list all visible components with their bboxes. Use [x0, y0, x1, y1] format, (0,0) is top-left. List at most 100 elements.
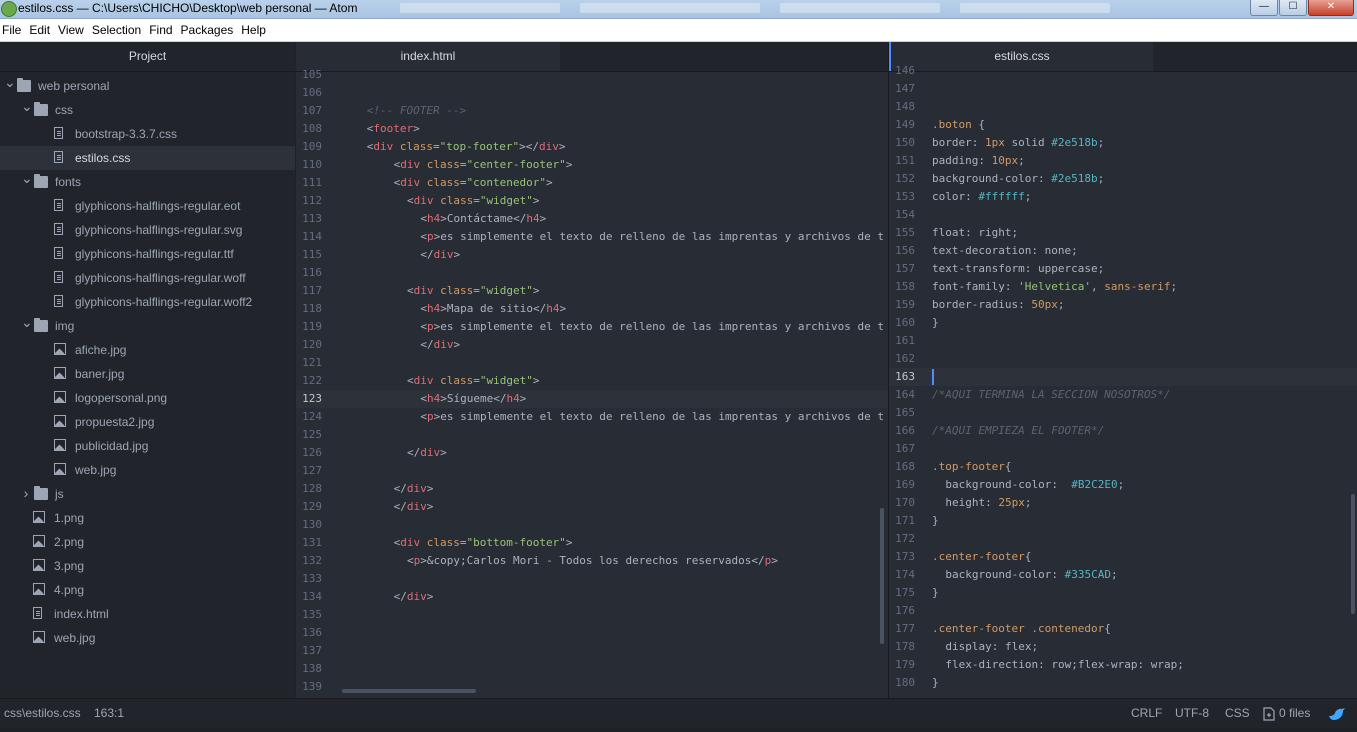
code-line[interactable]: 106 [296, 84, 888, 102]
code-line[interactable]: 119 <p>es simplemente el texto de relleno… [296, 318, 888, 336]
menu-view[interactable]: View [54, 23, 88, 37]
code-line[interactable]: 137 [296, 642, 888, 660]
code-line[interactable]: 130 [296, 516, 888, 534]
code-line[interactable]: 131 <div class="bottom-footer"> [296, 534, 888, 552]
code-line[interactable]: 112 <div class="widget"> [296, 192, 888, 210]
code-line[interactable]: 108 <footer> [296, 120, 888, 138]
code-line[interactable]: 121 [296, 354, 888, 372]
chevron-down-icon[interactable]: ⌄ [4, 74, 16, 90]
code-line[interactable]: 128 </div> [296, 480, 888, 498]
code-line[interactable]: 172 [889, 530, 1357, 548]
editor-pane-left[interactable]: index.html 105 106 107 <!-- FOOTER --> 108 <f… [296, 42, 888, 698]
code-line[interactable]: 114 <p>es simplemente el texto de relleno… [296, 228, 888, 246]
menu-file[interactable]: File [0, 23, 25, 37]
tree-file[interactable]: estilos.css [0, 146, 295, 170]
tree-file[interactable]: glyphicons-halflings-regular.woff [0, 266, 295, 290]
menu-find[interactable]: Find [145, 23, 176, 37]
tree-file[interactable]: 3.png [0, 554, 295, 578]
code-line[interactable]: 134 </div> [296, 588, 888, 606]
code-line[interactable]: 160} [889, 314, 1357, 332]
code-line[interactable]: 174 background-color: #335CAD; [889, 566, 1357, 584]
status-cursor-position[interactable]: 163:1 [94, 699, 124, 728]
menu-selection[interactable]: Selection [88, 23, 145, 37]
tree-folder[interactable]: ⌄ web personal [0, 74, 295, 98]
status-file-path[interactable]: css\estilos.css [4, 699, 81, 728]
status-grammar[interactable]: CSS [1225, 699, 1250, 728]
editor-pane-right[interactable]: estilos.css 146 147 148 149 .boton {150 borde… [889, 42, 1357, 698]
code-line[interactable]: 167 [889, 440, 1357, 458]
tree-file[interactable]: glyphicons-halflings-regular.ttf [0, 242, 295, 266]
code-line[interactable]: 164 /*AQUI TERMINA LA SECCION NOSOTROS*/ [889, 386, 1357, 404]
tree-file[interactable]: 1.png [0, 506, 295, 530]
maximize-button[interactable]: ☐ [1279, 0, 1307, 16]
code-line[interactable]: 123 <h4>Sígueme</h4> [296, 390, 888, 408]
code-line[interactable]: 120 </div> [296, 336, 888, 354]
status-files-count[interactable]: 0 files [1279, 699, 1310, 728]
minimize-button[interactable]: — [1250, 0, 1278, 16]
code-line[interactable]: 124 <p>es simplemente el texto de relleno… [296, 408, 888, 426]
tree-file[interactable]: propuesta2.jpg [0, 410, 295, 434]
code-line[interactable]: 122 <div class="widget"> [296, 372, 888, 390]
code-line[interactable]: 116 [296, 264, 888, 282]
tree-file[interactable]: glyphicons-halflings-regular.woff2 [0, 290, 295, 314]
tree-file[interactable]: publicidad.jpg [0, 434, 295, 458]
horizontal-scrollbar-left[interactable] [342, 689, 476, 693]
code-line[interactable]: 127 [296, 462, 888, 480]
code-line[interactable]: 155 float: right; [889, 224, 1357, 242]
vertical-scrollbar-right[interactable] [1351, 494, 1355, 614]
chevron-down-icon[interactable]: ⌄ [21, 314, 33, 330]
code-line[interactable]: 125 [296, 426, 888, 444]
code-line[interactable]: 136 [296, 624, 888, 642]
code-line[interactable]: 156 text-decoration: none; [889, 242, 1357, 260]
file-status-icon[interactable] [1263, 699, 1275, 732]
code-line[interactable]: 152 background-color: #2e518b; [889, 170, 1357, 188]
tree-file[interactable]: glyphicons-halflings-regular.svg [0, 218, 295, 242]
bird-icon[interactable] [1328, 699, 1346, 732]
tree-file[interactable]: web.jpg [0, 626, 295, 650]
code-line[interactable]: 169 background-color: #B2C2E0; [889, 476, 1357, 494]
code-line[interactable]: 165 [889, 404, 1357, 422]
code-line[interactable]: 168 .top-footer{ [889, 458, 1357, 476]
code-line[interactable]: 110 <div class="center-footer"> [296, 156, 888, 174]
code-line[interactable]: 113 <h4>Contáctame</h4> [296, 210, 888, 228]
tree-folder[interactable]: › js [0, 482, 295, 506]
code-line[interactable]: 173 .center-footer{ [889, 548, 1357, 566]
tree-file[interactable]: afiche.jpg [0, 338, 295, 362]
tree-file[interactable]: logopersonal.png [0, 386, 295, 410]
chevron-down-icon[interactable]: ⌄ [21, 170, 33, 186]
code-line[interactable]: 139 [296, 678, 888, 696]
code-area-right[interactable]: 146 147 148 149 .boton {150 border: 1px solid… [889, 64, 1357, 698]
code-line[interactable]: 153 color: #ffffff; [889, 188, 1357, 206]
code-line[interactable]: 132 <p>&copy;Carlos Mori - Todos los dere… [296, 552, 888, 570]
code-line[interactable]: 159 border-radius: 50px; [889, 296, 1357, 314]
menu-help[interactable]: Help [237, 23, 270, 37]
code-line[interactable]: 178 display: flex; [889, 638, 1357, 656]
code-line[interactable]: 146 [889, 62, 1357, 80]
tree-folder[interactable]: ⌄ fonts [0, 170, 295, 194]
tree-file[interactable]: web.jpg [0, 458, 295, 482]
status-encoding[interactable]: UTF-8 [1175, 699, 1209, 728]
code-line[interactable]: 109 <div class="top-footer"></div> [296, 138, 888, 156]
tree-file[interactable]: 4.png [0, 578, 295, 602]
code-line[interactable]: 126 </div> [296, 444, 888, 462]
tree-file[interactable]: glyphicons-halflings-regular.eot [0, 194, 295, 218]
code-line[interactable]: 148 [889, 98, 1357, 116]
code-line[interactable]: 147 [889, 80, 1357, 98]
code-line[interactable]: 176 [889, 602, 1357, 620]
code-line[interactable]: 135 [296, 606, 888, 624]
code-line[interactable]: 149 .boton { [889, 116, 1357, 134]
code-line[interactable]: 180} [889, 674, 1357, 692]
code-line[interactable]: 129 </div> [296, 498, 888, 516]
code-line[interactable]: 105 [296, 66, 888, 84]
code-line[interactable]: 170 height: 25px; [889, 494, 1357, 512]
code-line[interactable]: 171} [889, 512, 1357, 530]
code-line[interactable]: 175} [889, 584, 1357, 602]
code-line[interactable]: 111 <div class="contenedor"> [296, 174, 888, 192]
close-button[interactable]: ✕ [1308, 0, 1354, 16]
code-line[interactable]: 107 <!-- FOOTER --> [296, 102, 888, 120]
code-line[interactable]: 115 </div> [296, 246, 888, 264]
code-line[interactable]: 161 [889, 332, 1357, 350]
code-line[interactable]: 150 border: 1px solid #2e518b; [889, 134, 1357, 152]
vertical-scrollbar-left[interactable] [880, 508, 884, 644]
code-area-left[interactable]: 105 106 107 <!-- FOOTER --> 108 <footer> 109 <d… [296, 68, 888, 698]
